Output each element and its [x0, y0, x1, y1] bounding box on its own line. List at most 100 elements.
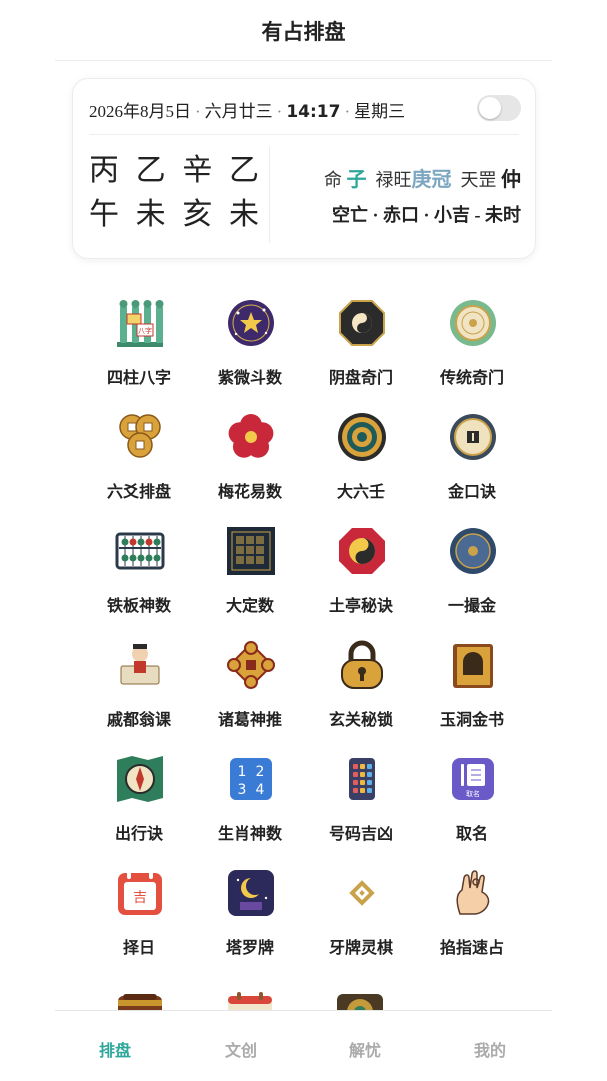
tool-label: 大六壬 — [336, 482, 385, 501]
branch-hour: 未 — [228, 197, 259, 232]
tool-label: 铁板神数 — [106, 596, 171, 615]
current-time: 14:17 — [286, 102, 341, 122]
tool-item[interactable]: 大六壬 — [305, 408, 417, 522]
stem-hour: 乙 — [228, 153, 259, 188]
tool-label: 紫微斗数 — [217, 368, 282, 387]
tool-label: 一撮金 — [447, 596, 496, 615]
tool-item[interactable]: 一撮金 — [416, 522, 528, 636]
jade-disc-icon — [448, 298, 498, 348]
coins-icon — [115, 412, 165, 462]
tool-item[interactable]: 吉择日 — [83, 864, 195, 978]
date-card: 2026年8月5日 · 六月廿三 · 14:17 · 星期三 丙 乙 辛 乙 午 未 亥 未… — [72, 78, 536, 259]
weekday: 星期三 — [354, 102, 406, 121]
diamond-icon — [337, 868, 387, 918]
star-chart-icon — [226, 298, 276, 348]
gold-knot-icon — [226, 640, 276, 690]
partial-compass-icon — [335, 990, 385, 1010]
tool-label: 戚都翁课 — [106, 710, 171, 729]
tab-paipan[interactable]: 排盘 — [75, 1037, 155, 1061]
tab-jieyou[interactable]: 解忧 — [325, 1037, 405, 1061]
ming-label: 命 — [324, 170, 342, 190]
stem-day: 辛 — [182, 153, 213, 188]
tool-label: 梅花易数 — [217, 482, 282, 501]
calendar-icon: 吉 — [115, 868, 165, 918]
tarot-icon — [226, 868, 276, 918]
tool-item[interactable]: 掐指速占 — [416, 864, 528, 978]
tab-wenchuang[interactable]: 文创 — [201, 1037, 281, 1061]
tool-item[interactable]: 铁板神数 — [83, 522, 195, 636]
tool-item[interactable]: 玉洞金书 — [416, 636, 528, 750]
header-divider — [55, 60, 552, 61]
tool-item[interactable]: 出行诀 — [83, 750, 195, 864]
luwang-label: 禄旺 — [375, 170, 412, 190]
day-info: 空亡 · 赤口 · 小吉 - 未时 — [332, 205, 521, 225]
phone-keypad-icon — [337, 754, 387, 804]
tool-label: 金口诀 — [447, 482, 496, 501]
tool-item[interactable]: 梅花易数 — [194, 408, 306, 522]
svg-text:八字: 八字 — [138, 326, 152, 335]
svg-text:4: 4 — [256, 782, 265, 798]
abacus-icon — [115, 526, 165, 576]
branch-month: 未 — [135, 197, 166, 232]
partial-calendar-icon — [225, 990, 275, 1010]
tool-label: 大定数 — [225, 596, 274, 615]
tool-item[interactable]: 金口诀 — [416, 408, 528, 522]
lunar-date: 六月廿三 — [204, 102, 273, 121]
stem-month: 乙 — [135, 153, 166, 188]
hand-icon — [448, 868, 498, 918]
tool-label: 玄关秘锁 — [328, 710, 393, 729]
tool-item[interactable]: 土亭秘诀 — [305, 522, 417, 636]
tool-label: 阴盘奇门 — [328, 368, 393, 387]
tool-item[interactable]: 诸葛神推 — [194, 636, 306, 750]
tool-label: 诸葛神推 — [217, 710, 282, 729]
tool-label: 出行诀 — [114, 824, 163, 843]
taiji-bagua-icon — [337, 526, 387, 576]
tool-label: 土亭秘诀 — [328, 596, 393, 615]
compass-wheel-icon — [337, 412, 387, 462]
tool-item[interactable]: 戚都翁课 — [83, 636, 195, 750]
tool-item[interactable]: 传统奇门 — [416, 294, 528, 408]
tool-label: 六爻排盘 — [106, 482, 171, 501]
tool-label: 牙牌灵棋 — [328, 938, 393, 957]
tool-label: 传统奇门 — [439, 368, 504, 387]
tiangang-label: 天罡 — [460, 170, 497, 190]
svg-text:1: 1 — [238, 764, 247, 780]
tool-label: 生肖神数 — [217, 824, 282, 843]
naming-icon: 取名 — [448, 754, 498, 804]
tool-item[interactable]: 阴盘奇门 — [305, 294, 417, 408]
tab-wode[interactable]: 我的 — [450, 1037, 530, 1061]
book-icon — [448, 640, 498, 690]
tool-item[interactable]: 塔罗牌 — [194, 864, 306, 978]
ming-value: 子 — [346, 169, 367, 191]
tool-item[interactable]: 牙牌灵棋 — [305, 864, 417, 978]
branch-year: 午 — [89, 197, 119, 232]
solar-date: 2026年8月5日 — [89, 102, 191, 121]
tool-item[interactable]: 1 2 3 4 生肖神数 — [194, 750, 306, 864]
earthly-branches-row: 午 未 亥 未 — [89, 193, 259, 237]
tool-item[interactable]: 六爻排盘 — [83, 408, 195, 522]
tool-label: 号码吉凶 — [328, 824, 393, 843]
bagua-icon — [337, 298, 387, 348]
page-title: 有占排盘 — [261, 20, 346, 44]
partial-chest-icon — [115, 990, 165, 1010]
date-row[interactable]: 2026年8月5日 · 六月廿三 · 14:17 · 星期三 — [89, 97, 405, 122]
heavenly-stems-row: 丙 乙 辛 乙 — [89, 149, 259, 193]
blue-disc-icon — [448, 526, 498, 576]
four-pillars-icon: 八字 — [115, 298, 165, 348]
tool-item[interactable]: 号码吉凶 — [305, 750, 417, 864]
card-divider — [89, 134, 519, 135]
tool-item[interactable]: 大定数 — [194, 522, 306, 636]
tool-item[interactable]: 玄关秘锁 — [305, 636, 417, 750]
luwang-value: 庚冠 — [411, 169, 452, 191]
tool-item[interactable]: 取名 取名 — [416, 750, 528, 864]
fate-info: 命 子 禄旺庚冠 天罡 仲 — [324, 163, 521, 192]
number-board-icon — [226, 526, 276, 576]
tool-item[interactable]: 紫微斗数 — [194, 294, 306, 408]
number-grid-icon: 1234 — [226, 754, 276, 804]
tool-item[interactable]: 八字 四柱八字 — [83, 294, 195, 408]
tool-label: 择日 — [122, 938, 155, 957]
mode-toggle[interactable] — [477, 95, 521, 121]
card-vertical-divider — [269, 147, 270, 243]
toggle-knob — [479, 97, 501, 119]
svg-text:3: 3 — [238, 782, 247, 798]
